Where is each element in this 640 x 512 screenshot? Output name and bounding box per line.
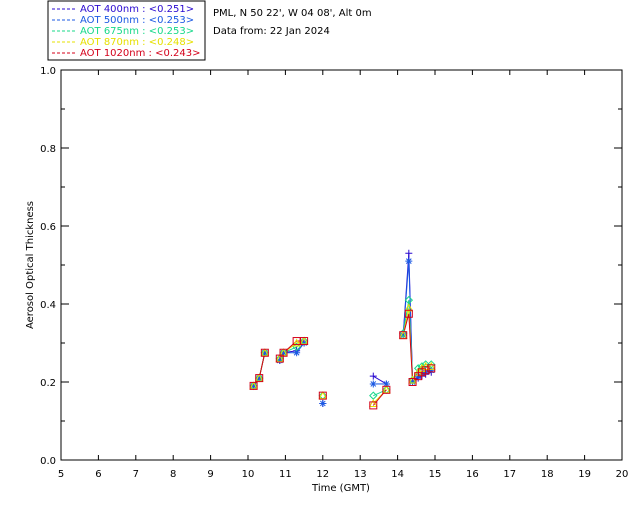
x-tick-label: 20 — [616, 469, 629, 480]
legend-entry: AOT 500nm : <0.253> — [80, 15, 194, 26]
x-tick-label: 18 — [541, 469, 554, 480]
x-tick-label: 12 — [316, 469, 329, 480]
y-tick-label: 0.2 — [40, 378, 56, 389]
legend-entry: AOT 870nm : <0.248> — [80, 37, 194, 48]
series-line-0 — [373, 375, 387, 385]
series-line-1 — [402, 261, 432, 384]
x-tick-label: 17 — [503, 469, 516, 480]
x-tick-label: 7 — [133, 469, 139, 480]
x-tick-label: 15 — [429, 469, 442, 480]
legend: AOT 400nm : <0.251>AOT 500nm : <0.253>AO… — [47, 0, 206, 61]
series-lines — [253, 253, 432, 406]
x-tick-label: 8 — [170, 469, 176, 480]
y-tick-label: 0.4 — [40, 300, 56, 311]
plot-frame — [60, 69, 623, 461]
aot-chart: AOT 400nm : <0.251>AOT 500nm : <0.253>AO… — [25, 0, 628, 494]
x-tick-label: 9 — [207, 469, 213, 480]
x-tick-label: 19 — [578, 469, 591, 480]
y-tick-label: 1.0 — [40, 66, 56, 77]
x-tick-label: 10 — [242, 469, 255, 480]
marker-asterisk — [369, 380, 377, 388]
x-axis-label: Time (GMT) — [311, 483, 370, 494]
x-tick-label: 5 — [58, 469, 64, 480]
marker-asterisk — [319, 399, 327, 407]
x-tick-label: 16 — [466, 469, 479, 480]
legend-entry: AOT 400nm : <0.251> — [80, 4, 194, 15]
y-axis-label: Aerosol Optical Thickness — [25, 201, 36, 329]
marker-plus — [405, 249, 413, 257]
x-tick-label: 14 — [391, 469, 404, 480]
marker-plus — [369, 372, 377, 380]
x-tick-label: 11 — [279, 469, 292, 480]
y-tick-label: 0.8 — [40, 144, 56, 155]
axes: 5 6 7 8 9 10 11 12 13 14 15 16 17 18 19 20 0.0 0.2 0.4 0.6 0… — [40, 66, 628, 480]
y-tick-label: 0.0 — [40, 456, 56, 467]
marker-triangle — [318, 391, 328, 400]
x-tick-label: 6 — [95, 469, 101, 480]
date-info: Data from: 22 Jan 2024 — [213, 26, 330, 37]
y-tick-label: 0.6 — [40, 222, 56, 233]
site-info: PML, N 50 22', W 04 08', Alt 0m — [213, 8, 372, 19]
series-line-2 — [402, 300, 432, 381]
marker-asterisk — [405, 257, 413, 265]
marker-triangle — [382, 385, 391, 394]
legend-entry: AOT 675nm : <0.253> — [80, 26, 194, 37]
legend-entry: AOT 1020nm : <0.243> — [80, 48, 200, 59]
x-tick-label: 13 — [354, 469, 367, 480]
